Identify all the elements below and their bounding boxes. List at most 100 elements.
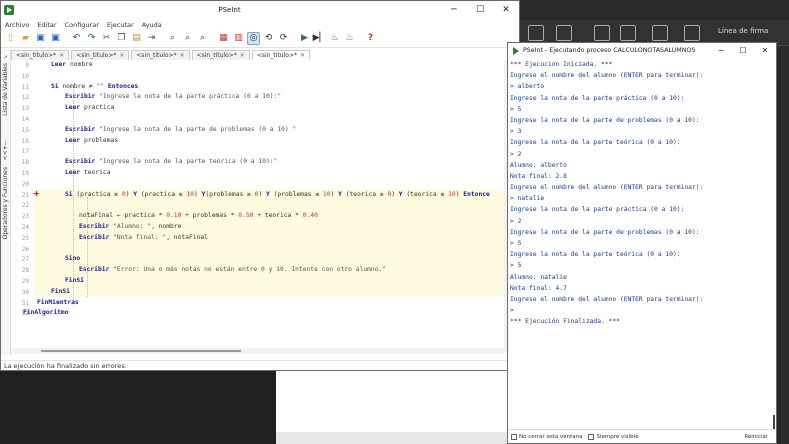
- tab-sin-titulo-3[interactable]: <sin_titulo>* ✕: [131, 50, 190, 60]
- line-number: 17: [21, 148, 29, 156]
- minimize-button[interactable]: ─: [441, 1, 467, 19]
- console-line: Ingrese la nota de la parte de problemas…: [510, 116, 700, 124]
- footprints-icon[interactable]: ♨: [328, 32, 341, 45]
- menu-ejecutar[interactable]: Ejecutar: [107, 21, 134, 29]
- run-icon[interactable]: ▶: [298, 32, 311, 45]
- exec-minimize-button[interactable]: ─: [710, 43, 732, 58]
- console-line: >: [510, 307, 514, 315]
- pseint-app-icon: [4, 5, 14, 15]
- tab-close-icon[interactable]: ✕: [119, 52, 124, 59]
- code-line: Si nombre ≠ "" Entonces: [51, 82, 139, 90]
- tab-sin-titulo-5[interactable]: <sin_titulo>* ✕: [251, 50, 311, 60]
- line-number: 31: [21, 299, 29, 307]
- console-line: > 3: [510, 128, 522, 136]
- find-next-icon[interactable]: ⌕: [181, 32, 194, 45]
- trace-icon[interactable]: ♨: [343, 32, 356, 45]
- line-number: 21: [21, 191, 29, 199]
- scrollbar-thumb[interactable]: [41, 350, 241, 352]
- copy-icon[interactable]: ❐: [115, 32, 128, 45]
- new-file-icon[interactable]: ▯: [4, 32, 17, 45]
- code-line: Escribir "Nota final: ", notaFinal: [79, 233, 208, 241]
- line-number: 23: [21, 213, 29, 221]
- code-line: Leer teorica: [65, 169, 111, 176]
- menu-ayuda[interactable]: Ayuda: [142, 21, 162, 29]
- draw-diagram-icon[interactable]: ⟳: [277, 32, 290, 45]
- exec-close-button[interactable]: ✕: [754, 43, 776, 58]
- title-bar: PSeInt ─ ☐ ✕: [1, 1, 519, 19]
- undo-icon[interactable]: ↶: [70, 32, 83, 45]
- code-line: Leer problemas: [65, 136, 119, 144]
- console-output[interactable]: *** Ejecución Iniciada. *** Ingrese el no…: [508, 59, 772, 429]
- format-code-icon[interactable]: ▦: [217, 32, 230, 45]
- code-line: Sino: [65, 255, 81, 263]
- background-ribbon-icon: [556, 25, 572, 41]
- sidebar-variables-tab[interactable]: Lista de Variables: [2, 63, 9, 116]
- console-line: > 5: [510, 105, 522, 113]
- menu-editar[interactable]: Editar: [37, 21, 56, 29]
- console-line: *** Ejecución Iniciada. ***: [510, 61, 613, 68]
- console-line: > natalie: [510, 195, 545, 203]
- code-line: Escribir "Alumno: ", nombre: [79, 223, 182, 230]
- line-number: 16: [21, 137, 29, 145]
- sidebar-operators-tab[interactable]: Operadores y Funciones: [2, 167, 9, 239]
- code-line: FinSi: [51, 287, 70, 295]
- sidebar-arrow-icon[interactable]: ✓: [2, 53, 9, 60]
- tab-close-icon[interactable]: ✕: [59, 52, 64, 59]
- line-number: 9: [25, 62, 29, 69]
- open-folder-icon[interactable]: ▰: [19, 32, 32, 45]
- paste-icon[interactable]: ▤: [130, 32, 143, 45]
- export-icon[interactable]: ⟲: [262, 32, 275, 45]
- tab-sin-titulo-4[interactable]: <sin_titulo>* ✕: [191, 50, 250, 60]
- step-run-icon[interactable]: ▶▏: [313, 32, 327, 45]
- replace-icon[interactable]: ⌕: [196, 32, 209, 45]
- menu-archivo[interactable]: Archivo: [5, 21, 29, 29]
- code-line: Escribir "Error: Una o más notas no está…: [79, 266, 387, 274]
- line-number: 29: [21, 278, 29, 285]
- code-line: Si (practica ≥ 0) Y (practica ≤ 10) Y(pr…: [65, 190, 490, 198]
- console-scrollbar[interactable]: [773, 59, 776, 429]
- editor-tabs: <sin_titulo>* ✕ <sin_titulo>* ✕ <sin_titul…: [11, 49, 517, 60]
- tab-close-icon[interactable]: ✕: [300, 52, 305, 59]
- indent-icon[interactable]: ⇥: [145, 32, 158, 45]
- run-icon: [513, 46, 520, 55]
- tab-close-icon[interactable]: ✕: [240, 52, 245, 59]
- code-editor[interactable]: 9 10 11 12 13 14 15 16 17 18 19 20 21 22 23 24 25 26 27 28 2…: [11, 60, 504, 353]
- flowchart-icon[interactable]: ◎: [247, 32, 260, 45]
- line-number: 20: [21, 180, 29, 188]
- line-number: 28: [21, 267, 29, 275]
- sidebar-arrow-label: <<+--: [2, 141, 9, 161]
- background-ribbon-icon: [652, 25, 668, 41]
- cut-icon[interactable]: ✂: [100, 32, 113, 45]
- execution-window-title: PSeInt - Ejecutando proceso CALCULONOTAS…: [523, 47, 696, 54]
- tab-sin-titulo-2[interactable]: <sin_titulo>* ✕: [71, 50, 130, 60]
- tab-sin-titulo-1[interactable]: <sin_titulo>* ✕: [11, 50, 70, 60]
- redo-icon[interactable]: ↷: [85, 32, 98, 45]
- scrollbar-thumb[interactable]: [773, 415, 775, 429]
- console-line: > 5: [510, 240, 522, 247]
- background-ribbon-icon: [594, 25, 610, 41]
- line-number: 18: [21, 159, 29, 167]
- line-number: 22: [21, 202, 29, 210]
- close-button[interactable]: ✕: [493, 1, 519, 19]
- menu-configurar[interactable]: Configurar: [65, 21, 99, 29]
- no-close-checkbox[interactable]: No cerrar esta ventana: [511, 433, 582, 440]
- restart-button[interactable]: Reiniciar: [744, 434, 768, 440]
- search-icon[interactable]: ⌕: [166, 32, 179, 45]
- help-icon[interactable]: ?: [364, 32, 377, 45]
- console-line: Nota final: 2.8: [510, 172, 567, 180]
- tab-close-icon[interactable]: ✕: [180, 52, 185, 59]
- background-edge: [776, 46, 789, 444]
- exec-maximize-button[interactable]: ☐: [732, 43, 754, 58]
- save-as-icon[interactable]: ▣: [49, 32, 62, 45]
- line-number: 25: [21, 234, 29, 242]
- save-icon[interactable]: ▣: [34, 32, 47, 45]
- always-visible-checkbox[interactable]: Siempre visible: [588, 433, 639, 440]
- list-variables-icon[interactable]: ▥: [232, 32, 245, 45]
- breakpoint-marker[interactable]: +: [33, 189, 40, 198]
- console-line: > 5: [510, 262, 522, 270]
- line-number: 26: [21, 245, 29, 253]
- maximize-button[interactable]: ☐: [467, 1, 493, 19]
- editor-horizontal-scrollbar[interactable]: [11, 348, 504, 354]
- code-line: Leer practica: [65, 104, 115, 112]
- background-ribbon-label: Línea de firma: [718, 27, 769, 35]
